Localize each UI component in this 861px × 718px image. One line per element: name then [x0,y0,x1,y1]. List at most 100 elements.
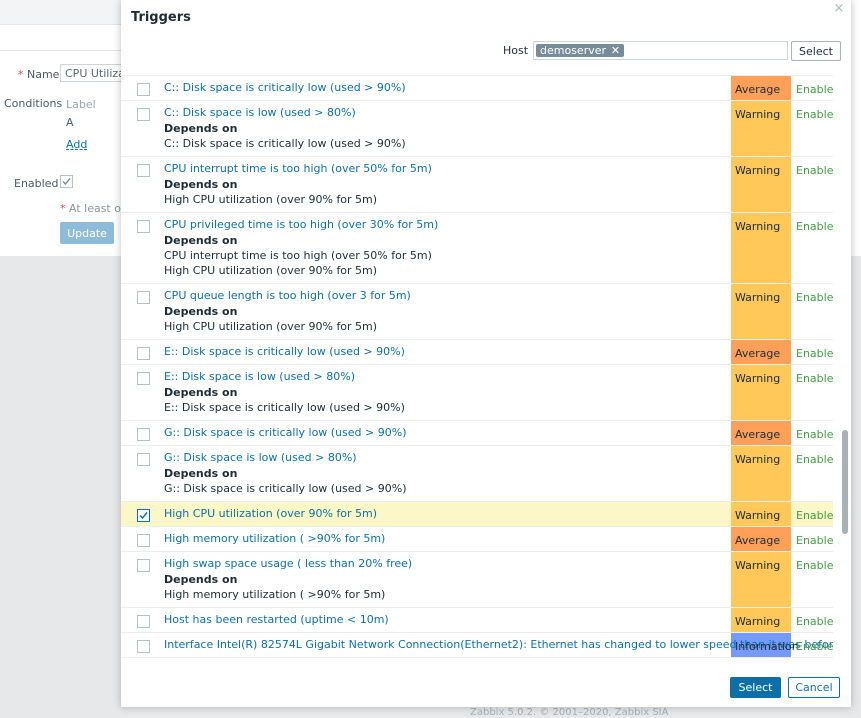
enabled-label: Enabled [14,177,59,190]
background-tab-bar [0,0,140,25]
trigger-name-link[interactable]: High swap space usage ( less than 20% fr… [164,557,731,571]
trigger-name-link[interactable]: E:: Disk space is low (used > 80%) [164,370,731,384]
severity-cell: Warning [731,551,791,608]
close-icon[interactable]: × [832,2,846,16]
depends-on-heading: Depends on [164,178,238,191]
trigger-checkbox[interactable] [137,428,150,441]
cancel-button[interactable]: Cancel [788,677,840,698]
trigger-row: CPU queue length is too high (over 3 for… [121,283,833,340]
trigger-checkbox-cell [121,607,154,633]
trigger-name-link[interactable]: C:: Disk space is low (used > 80%) [164,106,731,120]
triggers-modal: Triggers × Host demoserver ✕ Select C:: … [121,0,851,707]
trigger-name-cell: G:: Disk space is critically low (used >… [154,420,731,446]
trigger-checkbox[interactable] [137,164,150,177]
trigger-row: C:: Disk space is critically low (used >… [121,76,833,101]
trigger-name-cell: Interface Intel(R) 82574L Gigabit Networ… [154,632,833,658]
trigger-checkbox-cell [121,445,154,502]
trigger-checkbox[interactable] [137,220,150,233]
trigger-checkbox[interactable] [137,372,150,385]
trigger-name-cell: C:: Disk space is low (used > 80%)Depend… [154,100,731,157]
checkmark-icon [139,512,148,520]
dependency-item: High memory utilization ( >90% for 5m) [164,588,386,601]
enabled-checkbox[interactable] [60,175,73,188]
status-cell: Enabled [791,283,833,340]
scrollbar-thumb[interactable] [842,430,848,534]
trigger-name-link[interactable]: Host has been restarted (uptime < 10m) [164,613,731,627]
severity-cell: Warning [731,501,791,527]
trigger-checkbox-cell [121,501,154,527]
trigger-name-cell: CPU privileged time is too high (over 30… [154,212,731,284]
status-cell: Enabled [791,501,833,527]
trigger-name-link[interactable]: C:: Disk space is critically low (used >… [164,81,731,95]
dependency-item: High CPU utilization (over 90% for 5m) [164,320,378,333]
trigger-checkbox[interactable] [137,615,150,628]
status-cell: Enabled [791,551,833,608]
trigger-checkbox[interactable] [137,291,150,304]
remove-tag-icon[interactable]: ✕ [611,44,620,57]
trigger-name-cell: Host has been restarted (uptime < 10m) [154,607,731,633]
trigger-checkbox-cell [121,632,154,658]
dependency-item: CPU interrupt time is too high (over 50%… [164,249,432,262]
trigger-checkbox[interactable] [137,83,150,96]
trigger-name-link[interactable]: Interface Intel(R) 82574L Gigabit Networ… [164,638,833,652]
status-cell: Enabled [791,445,833,502]
severity-cell: Average [731,76,791,101]
trigger-checkbox-cell [121,364,154,421]
trigger-checkbox[interactable] [137,347,150,360]
depends-on-heading: Depends on [164,234,238,247]
checkmark-icon [62,178,71,186]
severity-cell: Average [731,339,791,365]
select-button[interactable]: Select [730,677,781,698]
severity-cell: Average [731,526,791,552]
trigger-row: G:: Disk space is critically low (used >… [121,420,833,446]
trigger-name-cell: C:: Disk space is critically low (used >… [154,76,731,101]
severity-cell: Warning [731,100,791,157]
conditions-column-label: Label [66,98,96,111]
trigger-checkbox[interactable] [137,534,150,547]
trigger-row: E:: Disk space is critically low (used >… [121,339,833,365]
trigger-checkbox-cell [121,526,154,552]
trigger-checkbox[interactable] [137,640,150,653]
trigger-name-link[interactable]: CPU queue length is too high (over 3 for… [164,289,731,303]
update-button[interactable]: Update [60,222,114,244]
trigger-checkbox[interactable] [137,509,150,522]
triggers-table: C:: Disk space is critically low (used >… [121,76,833,658]
trigger-checkbox-cell [121,76,154,101]
trigger-name-link[interactable]: G:: Disk space is low (used > 80%) [164,451,731,465]
trigger-name-link[interactable]: High memory utilization ( >90% for 5m) [164,532,731,546]
status-cell: Enabled [791,156,833,213]
add-condition-link[interactable]: Add [66,138,87,151]
severity-cell: Warning [731,283,791,340]
trigger-name-link[interactable]: G:: Disk space is critically low (used >… [164,426,731,440]
trigger-row: E:: Disk space is low (used > 80%) Depend… [121,364,833,421]
host-select-button[interactable]: Select [791,41,841,61]
depends-on-heading: Depends on [164,122,238,135]
trigger-row: Interface Intel(R) 82574L Gigabit Networ… [121,632,833,658]
condition-row-a: A [66,116,74,129]
scrollbar-track[interactable] [840,75,849,670]
triggers-list[interactable]: C:: Disk space is critically low (used >… [121,75,833,671]
trigger-name-cell: E:: Disk space is low (used > 80%) Depend… [154,364,731,421]
trigger-row: G:: Disk space is low (used > 80%) Depend… [121,445,833,502]
host-tag: demoserver ✕ [536,44,625,57]
trigger-name-cell: CPU queue length is too high (over 3 for… [154,283,731,340]
status-cell: Enabled [791,364,833,421]
trigger-row: C:: Disk space is low (used > 80%)Depend… [121,100,833,157]
trigger-checkbox[interactable] [137,559,150,572]
trigger-checkbox-cell [121,283,154,340]
trigger-name-cell: CPU interrupt time is too high (over 50%… [154,156,731,213]
host-multiselect[interactable]: demoserver ✕ [533,41,788,60]
trigger-checkbox[interactable] [137,453,150,466]
trigger-name-link[interactable]: CPU privileged time is too high (over 30… [164,218,731,232]
trigger-name-link[interactable]: CPU interrupt time is too high (over 50%… [164,162,731,176]
status-cell: Enabled [791,212,833,284]
status-cell: Enabled [791,100,833,157]
trigger-name-link[interactable]: High CPU utilization (over 90% for 5m) [164,507,731,521]
depends-on-heading: Depends on [164,305,238,318]
trigger-checkbox[interactable] [137,108,150,121]
severity-cell: Warning [731,607,791,633]
trigger-checkbox-cell [121,100,154,157]
status-cell: Enabled [791,76,833,101]
trigger-name-link[interactable]: E:: Disk space is critically low (used >… [164,345,731,359]
name-label: * Name [18,68,60,81]
